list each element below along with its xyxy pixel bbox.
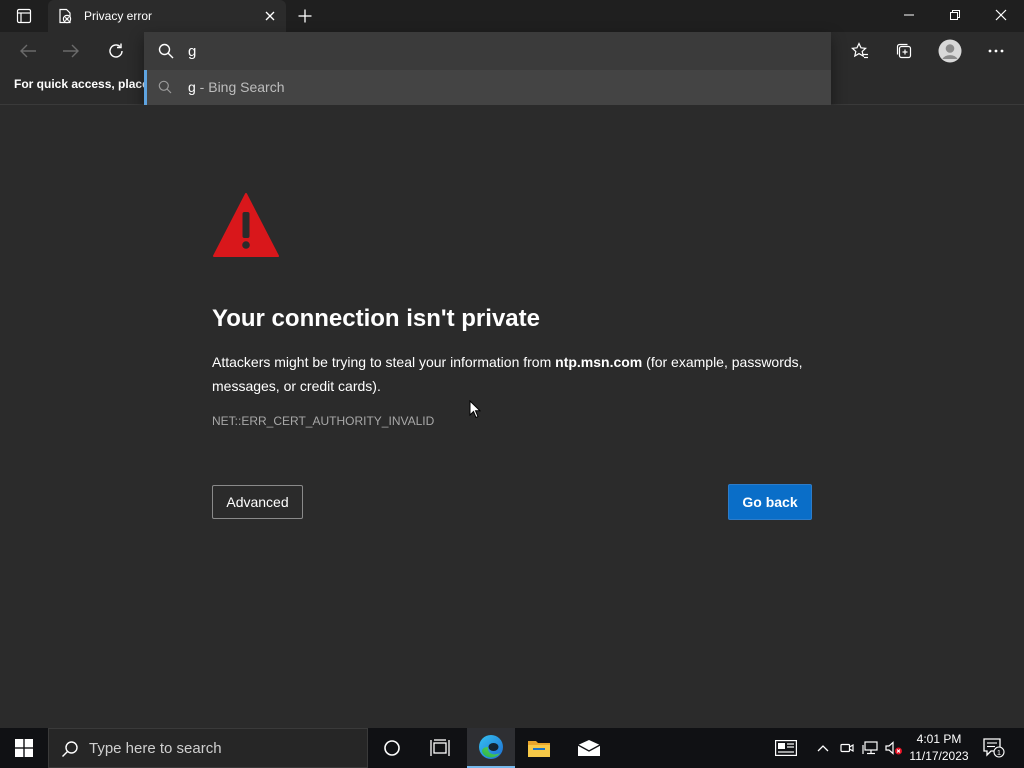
clock[interactable]: 4:01 PM 11/17/2023 [902, 731, 976, 765]
clock-time: 4:01 PM [916, 732, 962, 746]
advanced-button[interactable]: Advanced [212, 485, 303, 519]
close-window-button[interactable] [978, 0, 1024, 30]
more-dots-icon [988, 49, 1004, 53]
new-tab-button[interactable] [292, 4, 318, 28]
network-icon [862, 741, 878, 755]
title-bar: Privacy error [0, 0, 1024, 32]
profile-button[interactable] [934, 36, 966, 66]
error-page: Your connection isn't private Attackers … [0, 105, 1024, 728]
windows-logo-icon [15, 739, 33, 757]
mail-button[interactable] [565, 728, 613, 768]
chevron-up-icon [817, 745, 829, 752]
show-hidden-icons-button[interactable] [814, 728, 832, 768]
forward-button[interactable] [55, 36, 87, 66]
news-widget-button[interactable] [772, 728, 800, 768]
restore-button[interactable] [932, 0, 978, 30]
task-view-button[interactable] [416, 728, 464, 768]
collections-button[interactable] [888, 36, 920, 66]
address-input[interactable] [188, 41, 788, 61]
back-button[interactable] [12, 36, 44, 66]
notification-count: 1 [997, 748, 1001, 757]
tab-title: Privacy error [84, 9, 153, 23]
page-title: Your connection isn't private [212, 305, 540, 332]
cortana-button[interactable] [368, 728, 416, 768]
tab-actions-button[interactable] [8, 4, 40, 28]
mail-icon [577, 740, 601, 756]
taskbar: Type here to search 4:01 PM 11/17/2023 1 [0, 728, 1024, 768]
plus-icon [298, 9, 312, 23]
action-center-button[interactable]: 1 [980, 728, 1008, 768]
cortana-icon [384, 740, 400, 756]
address-bar-dropdown: g - Bing Search [144, 32, 831, 112]
address-bar[interactable] [144, 32, 831, 70]
error-code: NET::ERR_CERT_AUTHORITY_INVALID [212, 414, 435, 428]
taskbar-search-box[interactable]: Type here to search [48, 728, 368, 768]
page-error-icon [57, 8, 73, 24]
task-view-icon [430, 739, 450, 756]
go-back-button[interactable]: Go back [728, 484, 812, 520]
volume-button[interactable] [884, 728, 904, 768]
network-button[interactable] [860, 728, 880, 768]
search-icon [158, 80, 172, 94]
favorites-button[interactable] [844, 36, 876, 66]
search-suggestion[interactable]: g - Bing Search [144, 70, 831, 105]
favorites-bar-hint: For quick access, place y [14, 77, 146, 91]
minimize-button[interactable] [886, 0, 932, 30]
tab-actions-icon [16, 8, 32, 24]
tab-close-icon[interactable] [260, 6, 280, 26]
warning-triangle-icon [212, 192, 280, 258]
clock-date: 11/17/2023 [909, 749, 969, 763]
search-icon [61, 740, 79, 758]
error-domain: ntp.msn.com [555, 354, 643, 370]
taskbar-search-placeholder: Type here to search [89, 740, 222, 757]
back-arrow-icon [20, 44, 36, 58]
volume-muted-icon [885, 741, 902, 755]
error-description: Attackers might be trying to steal your … [212, 350, 822, 398]
forward-arrow-icon [63, 44, 79, 58]
edge-icon [479, 735, 503, 759]
active-tab[interactable]: Privacy error [48, 0, 286, 32]
refresh-button[interactable] [100, 36, 132, 66]
mouse-cursor-icon [469, 400, 481, 419]
news-icon [775, 740, 797, 756]
start-button[interactable] [0, 728, 48, 768]
suggestion-engine: - Bing Search [195, 79, 285, 95]
star-list-icon [851, 42, 868, 59]
minimize-icon [904, 14, 914, 16]
meet-now-button[interactable] [838, 728, 856, 768]
refresh-icon [109, 43, 123, 58]
suggestion-text: g - Bing Search [188, 79, 285, 95]
file-explorer-button[interactable] [515, 728, 563, 768]
notification-icon: 1 [983, 738, 1005, 758]
suggestion-query: g [188, 79, 196, 95]
edge-taskbar-button[interactable] [467, 728, 515, 768]
camera-icon [840, 743, 854, 753]
settings-more-button[interactable] [980, 36, 1012, 66]
collections-icon [896, 43, 912, 59]
restore-icon [950, 10, 960, 20]
description-text: Attackers might be trying to steal your … [212, 354, 556, 370]
avatar-icon [938, 39, 962, 63]
close-icon [995, 9, 1007, 21]
search-icon [158, 43, 174, 59]
file-explorer-icon [528, 741, 550, 757]
